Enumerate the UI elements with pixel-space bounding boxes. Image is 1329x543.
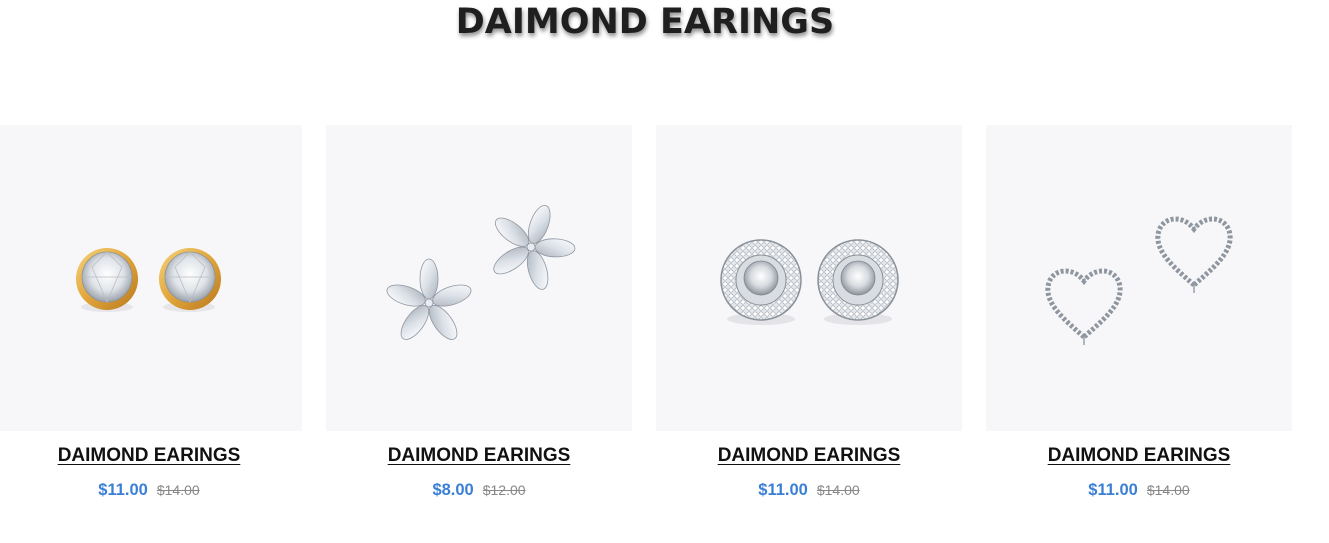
product-title-link[interactable]: DAIMOND EARINGS	[656, 444, 962, 468]
product-card: DAIMOND EARINGS $11.00 $14.00	[656, 125, 962, 501]
heart-diamond-earrings-image	[1045, 216, 1233, 345]
price-old: $14.00	[1146, 482, 1190, 498]
price-old: $14.00	[156, 482, 200, 498]
product-price: $11.00 $14.00	[986, 480, 1292, 501]
halo-diamond-stud-earrings-image	[720, 239, 899, 325]
price-old: $14.00	[816, 482, 860, 498]
product-image-link[interactable]	[656, 125, 962, 431]
product-section: DAIMOND EARINGS DAIMOND EARINGS $11.00 $…	[0, 0, 1329, 543]
product-title-link[interactable]: DAIMOND EARINGS	[986, 444, 1292, 468]
price-old: $12.00	[482, 482, 526, 498]
flower-diamond-earrings-image	[386, 205, 576, 340]
price-current: $11.00	[1088, 481, 1138, 499]
section-title: DAIMOND EARINGS	[455, 2, 835, 42]
product-image-link[interactable]	[986, 125, 1292, 431]
product-card: DAIMOND EARINGS $11.00 $14.00	[0, 125, 302, 501]
price-current: $11.00	[98, 481, 148, 499]
gold-bezel-diamond-stud-earrings-image	[76, 248, 221, 312]
product-card: DAIMOND EARINGS $8.00 $12.00	[326, 125, 632, 501]
product-price: $8.00 $12.00	[326, 480, 632, 501]
product-image-link[interactable]	[326, 125, 632, 431]
product-price: $11.00 $14.00	[0, 480, 302, 501]
product-image-link[interactable]	[0, 125, 302, 431]
price-current: $8.00	[432, 481, 474, 499]
price-current: $11.00	[758, 481, 808, 499]
product-title-link[interactable]: DAIMOND EARINGS	[0, 444, 302, 468]
product-card: DAIMOND EARINGS $11.00 $14.00	[986, 125, 1292, 501]
product-title-link[interactable]: DAIMOND EARINGS	[326, 444, 632, 468]
product-price: $11.00 $14.00	[656, 480, 962, 501]
